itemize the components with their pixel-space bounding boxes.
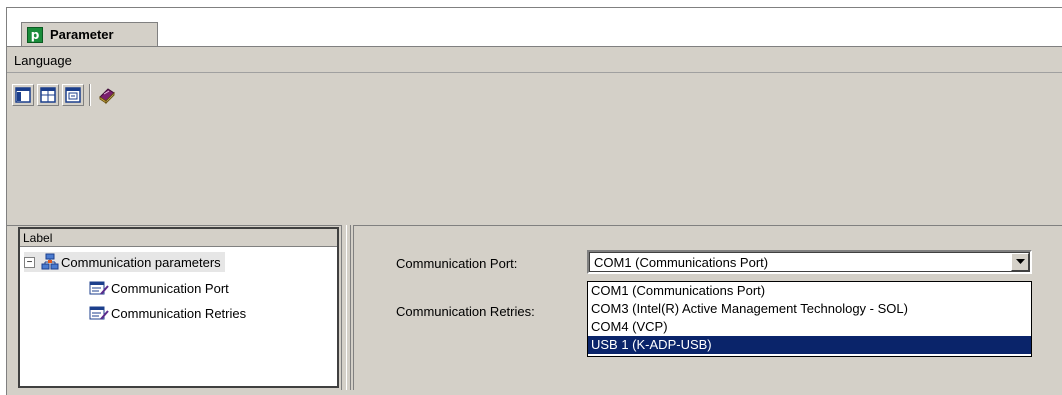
pepperl-fuchs-logo-icon: p <box>27 26 43 43</box>
tree-pane: Label − Communication parameters Communi… <box>18 227 339 388</box>
communication-port-dropdown-list: COM1 (Communications Port) COM3 (Intel(R… <box>587 281 1032 357</box>
tab-label: Parameter <box>50 27 114 42</box>
tree-item-communication-parameters[interactable]: − Communication parameters <box>24 252 225 272</box>
layout-grid-icon <box>40 87 56 103</box>
tree-item-label: Communication parameters <box>61 254 221 270</box>
dropdown-arrow-button[interactable] <box>1011 253 1029 271</box>
tree-header-label: Label <box>20 229 337 247</box>
toolbar <box>12 80 118 110</box>
menu-item-language[interactable]: Language <box>14 53 72 68</box>
tree-item-communication-retries[interactable]: Communication Retries <box>89 303 246 323</box>
tree-item-label: Communication Port <box>111 280 229 296</box>
layout-left-button[interactable] <box>12 84 34 106</box>
help-book-icon <box>99 88 115 105</box>
layout-detail-icon <box>65 87 81 103</box>
layout-grid-button[interactable] <box>37 84 59 106</box>
tree-item-label: Communication Retries <box>111 305 247 321</box>
communication-port-select[interactable]: COM1 (Communications Port) <box>587 250 1032 274</box>
layout-left-icon <box>15 87 31 103</box>
tab-divider <box>7 46 1062 47</box>
layout-detail-button[interactable] <box>62 84 84 106</box>
menu-bar: Language <box>7 48 1062 73</box>
chevron-down-icon <box>1015 259 1025 264</box>
toolbar-separator <box>89 84 91 106</box>
pane-splitter[interactable] <box>341 225 354 390</box>
port-option-selected[interactable]: USB 1 (K-ADP-USB) <box>588 336 1031 354</box>
communication-retries-label: Communication Retries: <box>396 304 535 319</box>
help-book-button[interactable] <box>96 84 118 106</box>
parameter-edit-icon <box>89 306 109 320</box>
parameter-edit-icon <box>89 281 109 295</box>
network-folder-icon <box>41 253 59 270</box>
port-option[interactable]: COM4 (VCP) <box>588 318 1031 336</box>
parameter-editor-pane: Communication Port: Communication Retrie… <box>356 227 1056 388</box>
collapse-icon[interactable]: − <box>24 256 35 268</box>
tree-item-communication-port[interactable]: Communication Port <box>89 278 229 298</box>
communication-port-label: Communication Port: <box>396 256 518 271</box>
port-option[interactable]: COM3 (Intel(R) Active Management Technol… <box>588 300 1031 318</box>
port-option[interactable]: COM1 (Communications Port) <box>588 282 1031 300</box>
tab-strip: p Parameter <box>7 8 1062 46</box>
workspace-divider <box>7 225 1062 226</box>
tab-parameter[interactable]: p Parameter <box>21 22 158 46</box>
communication-port-value: COM1 (Communications Port) <box>594 254 769 270</box>
